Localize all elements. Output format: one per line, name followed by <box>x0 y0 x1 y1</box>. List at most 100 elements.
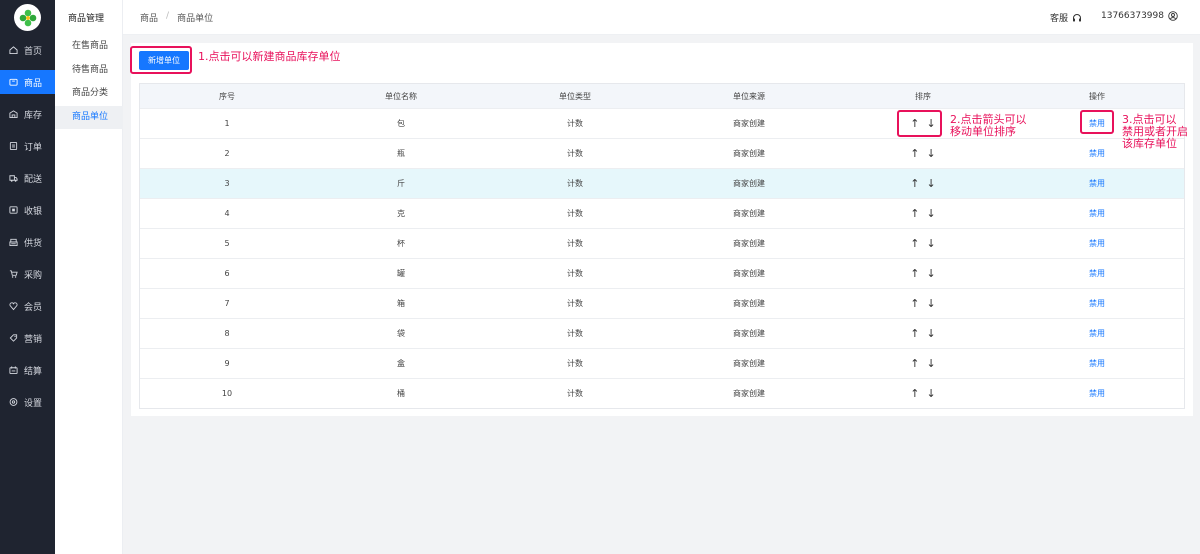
cell-sort: ↑ ↓ <box>836 297 1010 310</box>
sidebar-item-label: 收银 <box>24 206 43 217</box>
arrow-up-icon[interactable]: ↑ <box>910 357 919 370</box>
arrow-up-icon[interactable]: ↑ <box>910 387 919 400</box>
column-header-source: 单位来源 <box>733 91 765 101</box>
sidebar-item-7[interactable]: 采购 <box>0 262 55 286</box>
cell-name: 箱 <box>397 299 405 308</box>
sidebar-item-11[interactable]: 设置 <box>0 390 55 414</box>
sidebar-item-label: 会员 <box>24 302 43 313</box>
annotation-note-2: 2.点击箭头可以 移动单位排序 <box>950 114 1027 138</box>
cell-no: 4 <box>224 209 230 218</box>
arrow-down-icon[interactable]: ↓ <box>927 177 936 190</box>
sidebar-item-3[interactable]: 订单 <box>0 134 55 158</box>
table-row: 10 桶计数 商家创建 ↑ ↓ 禁用 <box>140 378 1184 408</box>
cell-action: 禁用 <box>1010 388 1184 399</box>
column-header-type: 单位类型 <box>559 91 591 101</box>
breadcrumb-item-product[interactable]: 商品 <box>140 11 158 24</box>
user-icon <box>1168 11 1178 21</box>
sidebar-item-9[interactable]: 营销 <box>0 326 55 350</box>
cart-icon <box>9 270 18 279</box>
tag-icon <box>9 334 18 343</box>
disable-link[interactable]: 禁用 <box>1089 179 1105 188</box>
user-account[interactable]: 13766373998 <box>1101 11 1178 21</box>
cell-sort: ↑ ↓ <box>836 207 1010 220</box>
table-header-row: 序号 单位名称 单位类型 单位来源 排序 操作 <box>140 84 1184 108</box>
sidebar-item-1[interactable]: 商品 <box>0 70 55 94</box>
subside-item-3[interactable]: 商品单位 <box>55 105 123 129</box>
arrow-up-icon[interactable]: ↑ <box>910 327 919 340</box>
arrow-up-icon[interactable]: ↑ <box>910 207 919 220</box>
arrow-down-icon[interactable]: ↓ <box>927 357 936 370</box>
cell-action: 禁用 <box>1010 208 1184 219</box>
disable-link[interactable]: 禁用 <box>1089 389 1105 398</box>
sidebar-item-4[interactable]: 配送 <box>0 166 55 190</box>
arrow-down-icon[interactable]: ↓ <box>927 327 936 340</box>
sidebar-item-10[interactable]: 结算 <box>0 358 55 382</box>
cell-type: 计数 <box>567 119 583 128</box>
sidebar-item-6[interactable]: 供货 <box>0 230 55 254</box>
customer-service-link[interactable]: 客服 <box>1050 11 1082 24</box>
arrow-down-icon[interactable]: ↓ <box>927 147 936 160</box>
cell-sort: ↑ ↓ <box>836 387 1010 400</box>
subside-item-0[interactable]: 在售商品 <box>55 35 123 58</box>
sidebar-item-label: 设置 <box>24 398 43 409</box>
supply-icon <box>9 238 18 247</box>
table-row: 2 瓶计数 商家创建 ↑ ↓ 禁用 <box>140 138 1184 168</box>
subside-item-2[interactable]: 商品分类 <box>55 82 123 105</box>
breadcrumb: 商品 / 商品单位 <box>140 11 213 24</box>
disable-link[interactable]: 禁用 <box>1089 329 1105 338</box>
disable-link[interactable]: 禁用 <box>1089 149 1105 158</box>
sort-arrows: ↑ ↓ <box>910 147 935 160</box>
cell-type: 计数 <box>567 389 583 398</box>
sidebar-item-label: 订单 <box>24 142 43 153</box>
sort-arrows: ↑ ↓ <box>910 237 935 250</box>
cell-source: 商家创建 <box>733 209 765 218</box>
subside-item-1[interactable]: 待售商品 <box>55 59 123 82</box>
cashier-icon <box>9 206 18 215</box>
arrow-down-icon[interactable]: ↓ <box>927 387 936 400</box>
column-header-name: 单位名称 <box>385 91 417 101</box>
sidebar-item-8[interactable]: 会员 <box>0 294 55 318</box>
cell-source: 商家创建 <box>733 389 765 398</box>
annotation-note-2-line2: 移动单位排序 <box>950 125 1016 138</box>
sort-arrows: ↑ ↓ <box>910 297 935 310</box>
app-logo[interactable] <box>14 4 41 31</box>
arrow-up-icon[interactable]: ↑ <box>910 177 919 190</box>
disable-link[interactable]: 禁用 <box>1089 239 1105 248</box>
column-header-sort: 排序 <box>915 91 931 101</box>
arrow-up-icon[interactable]: ↑ <box>910 297 919 310</box>
cell-action: 禁用 <box>1010 268 1184 279</box>
sort-arrows: ↑ ↓ <box>910 357 935 370</box>
cell-type: 计数 <box>567 299 583 308</box>
arrow-down-icon[interactable]: ↓ <box>927 237 936 250</box>
cell-no: 8 <box>224 329 230 338</box>
cell-source: 商家创建 <box>733 149 765 158</box>
cell-no: 5 <box>224 239 230 248</box>
cell-action: 禁用 <box>1010 328 1184 339</box>
table-row: 5 杯计数 商家创建 ↑ ↓ 禁用 <box>140 228 1184 258</box>
sidebar-item-5[interactable]: 收银 <box>0 198 55 222</box>
sort-arrows: ↑ ↓ <box>910 387 935 400</box>
arrow-down-icon[interactable]: ↓ <box>927 207 936 220</box>
table-row: 8 袋计数 商家创建 ↑ ↓ 禁用 <box>140 318 1184 348</box>
sidebar-item-0[interactable]: 首页 <box>0 38 55 62</box>
annotation-note-1: 1.点击可以新建商品库存单位 <box>198 50 341 63</box>
cell-type: 计数 <box>567 179 583 188</box>
arrow-up-icon[interactable]: ↑ <box>910 237 919 250</box>
add-unit-button[interactable]: 新增单位 <box>139 51 189 70</box>
disable-link[interactable]: 禁用 <box>1089 209 1105 218</box>
arrow-up-icon[interactable]: ↑ <box>910 147 919 160</box>
arrow-down-icon[interactable]: ↓ <box>927 267 936 280</box>
unit-table: 序号 单位名称 单位类型 单位来源 排序 操作 1 包计数 商家创建 ↑ ↓ 禁用 2 瓶计数… <box>139 83 1185 409</box>
cell-source: 商家创建 <box>733 269 765 278</box>
table-row: 3 斤计数 商家创建 ↑ ↓ 禁用 <box>140 168 1184 198</box>
cell-name: 罐 <box>397 269 405 278</box>
sidebar-item-2[interactable]: 库存 <box>0 102 55 126</box>
arrow-up-icon[interactable]: ↑ <box>910 267 919 280</box>
disable-link[interactable]: 禁用 <box>1089 269 1105 278</box>
arrow-down-icon[interactable]: ↓ <box>927 297 936 310</box>
cell-sort: ↑ ↓ <box>836 237 1010 250</box>
disable-link[interactable]: 禁用 <box>1089 359 1105 368</box>
cell-name: 杯 <box>397 239 405 248</box>
table-row: 1 包计数 商家创建 ↑ ↓ 禁用 <box>140 108 1184 138</box>
disable-link[interactable]: 禁用 <box>1089 299 1105 308</box>
